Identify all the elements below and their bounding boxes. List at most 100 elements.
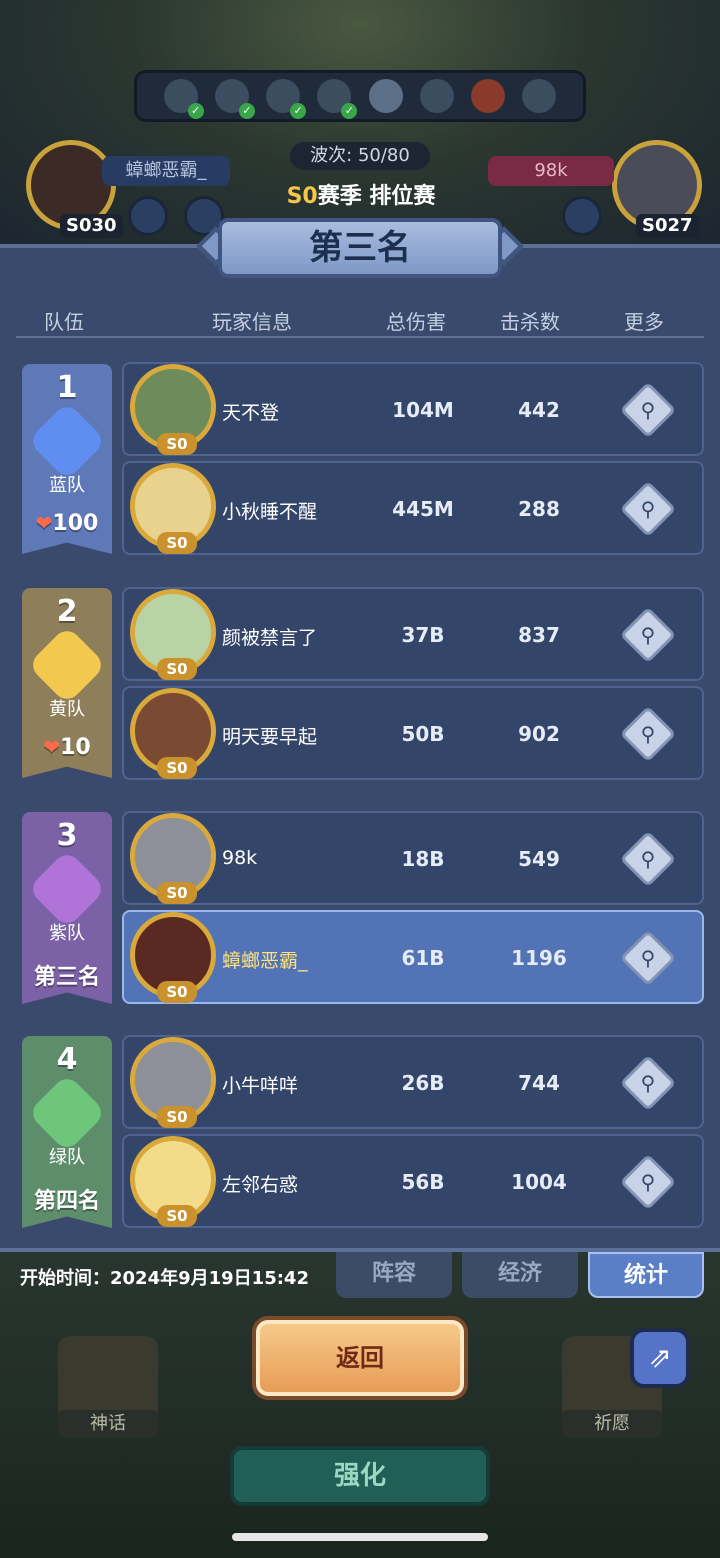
fire-icon xyxy=(471,79,506,113)
lightning-icon xyxy=(266,79,307,119)
leaf-icon xyxy=(163,79,204,119)
player-detail-button[interactable]: ⚲ xyxy=(619,705,677,763)
magnifier-icon: ⚲ xyxy=(640,847,656,871)
player-avatar: S0 xyxy=(130,589,216,680)
magnifier-icon: ⚲ xyxy=(640,946,656,970)
player-detail-button[interactable]: ⚲ xyxy=(619,929,677,987)
player-row-self: S0 蟑螂恶霸_ 61B 1196 ⚲ xyxy=(122,910,704,1004)
shadow-icon xyxy=(214,79,255,119)
season-label: 赛季 排位赛 xyxy=(317,184,436,209)
team-rank: 3 xyxy=(56,818,78,853)
skull-icon xyxy=(317,79,358,119)
season-tag: S0 xyxy=(157,433,197,455)
player-damage: 50B xyxy=(401,722,445,746)
team-rank: 1 xyxy=(56,370,78,405)
player-name: 颜被禁言了 xyxy=(222,627,318,649)
player-detail-button[interactable]: ⚲ xyxy=(619,381,677,439)
player-row: S0 颜被禁言了 37B 837 ⚲ xyxy=(122,587,704,681)
magnifier-icon: ⚲ xyxy=(640,722,656,746)
player-kills: 549 xyxy=(518,847,560,871)
player-detail-button[interactable]: ⚲ xyxy=(619,606,677,664)
tab-economy[interactable]: 经济 xyxy=(462,1252,578,1298)
microphone-icon[interactable] xyxy=(128,196,168,236)
share-icon: ⇗ xyxy=(648,1341,672,1374)
heart-icon: ❤ xyxy=(43,735,61,759)
magnifier-icon: ⚲ xyxy=(640,497,656,521)
player-damage: 61B xyxy=(401,946,445,970)
player-row: S0 天不登 104M 442 ⚲ xyxy=(122,362,704,456)
table-header: 队伍 玩家信息 总伤害 击杀数 更多 xyxy=(16,302,704,338)
player-damage: 56B xyxy=(401,1170,445,1194)
result-rank-banner: 第三名 xyxy=(218,218,502,278)
right-player-name: 98k xyxy=(488,156,614,186)
player-kills: 442 xyxy=(518,398,560,422)
player-name: 98k xyxy=(222,847,258,869)
header-more: 更多 xyxy=(624,310,664,334)
player-detail-button[interactable]: ⚲ xyxy=(619,830,677,888)
left-player-level: S030 xyxy=(60,214,123,238)
season-tag: S0 xyxy=(157,757,197,779)
player-kills: 1004 xyxy=(511,1170,567,1194)
player-row: S0 左邻右惑 56B 1004 ⚲ xyxy=(122,1134,704,1228)
player-avatar: S0 xyxy=(130,364,216,455)
team-hearts: ❤100 xyxy=(22,511,112,536)
player-row: S0 小秋睡不醒 445M 288 ⚲ xyxy=(122,461,704,555)
myth-label: 神话 xyxy=(58,1410,158,1438)
header-total-damage: 总伤害 xyxy=(386,310,446,334)
team-flag-green: 4 绿队 第四名 xyxy=(22,1036,112,1228)
clover-icon xyxy=(27,1073,107,1153)
home-indicator[interactable] xyxy=(232,1533,488,1541)
team-hearts: ❤10 xyxy=(22,735,112,760)
player-damage: 26B xyxy=(401,1071,445,1095)
season-tag: S0 xyxy=(157,532,197,554)
season-tag: S0 xyxy=(157,1106,197,1128)
chat-icon[interactable] xyxy=(562,196,602,236)
player-name: 左邻右惑 xyxy=(222,1174,299,1196)
return-button[interactable]: 返回 xyxy=(256,1320,464,1396)
player-name: 小牛咩咩 xyxy=(222,1075,299,1097)
player-avatar: S0 xyxy=(130,813,216,904)
header-kills: 击杀数 xyxy=(500,310,560,334)
dark-icon xyxy=(522,79,557,113)
player-name: 天不登 xyxy=(222,402,280,424)
player-detail-button[interactable]: ⚲ xyxy=(619,480,677,538)
player-avatar: S0 xyxy=(130,463,216,554)
player-detail-button[interactable]: ⚲ xyxy=(619,1054,677,1112)
team-hearts-value: 100 xyxy=(52,511,99,536)
swirl-icon xyxy=(27,849,107,929)
player-row: S0 小牛咩咩 26B 744 ⚲ xyxy=(122,1035,704,1129)
player-kills: 902 xyxy=(518,722,560,746)
magnifier-icon: ⚲ xyxy=(640,398,656,422)
wish-label: 祈愿 xyxy=(562,1410,662,1438)
team-placement: 第三名 xyxy=(33,965,100,990)
team-rank: 2 xyxy=(56,594,78,629)
team-flag-purple: 3 紫队 第三名 xyxy=(22,812,112,1004)
player-damage: 37B xyxy=(401,623,445,647)
player-avatar: S0 xyxy=(130,688,216,779)
magnifier-icon: ⚲ xyxy=(640,1170,656,1194)
season-tag: S0 xyxy=(157,1205,197,1227)
wave-counter: 波次: 50/80 xyxy=(290,142,430,170)
season-title: S0赛季 排位赛 xyxy=(256,178,466,214)
player-kills: 1196 xyxy=(511,946,567,970)
match-start-time: 开始时间：2024年9月19日15:42 xyxy=(20,1268,309,1289)
player-kills: 288 xyxy=(518,497,560,521)
enhance-button[interactable]: 强化 xyxy=(230,1446,490,1506)
magnifier-icon: ⚲ xyxy=(640,1071,656,1095)
player-detail-button[interactable]: ⚲ xyxy=(619,1153,677,1211)
player-damage: 18B xyxy=(401,847,445,871)
snowflake-icon xyxy=(27,401,107,481)
heart-icon: ❤ xyxy=(35,511,53,535)
season-prefix: S0 xyxy=(286,184,318,209)
player-kills: 744 xyxy=(518,1071,560,1095)
player-name: 蟑螂恶霸_ xyxy=(222,950,308,972)
tab-statistics[interactable]: 统计 xyxy=(588,1252,704,1298)
header-player-info: 玩家信息 xyxy=(212,310,292,334)
team-flag-yellow: 2 黄队 ❤10 xyxy=(22,588,112,778)
team-hearts-value: 10 xyxy=(60,735,91,760)
player-kills: 837 xyxy=(518,623,560,647)
star-icon xyxy=(27,625,107,705)
tab-lineup[interactable]: 阵容 xyxy=(336,1252,452,1298)
share-button[interactable]: ⇗ xyxy=(630,1328,690,1388)
player-damage: 104M xyxy=(392,398,454,422)
